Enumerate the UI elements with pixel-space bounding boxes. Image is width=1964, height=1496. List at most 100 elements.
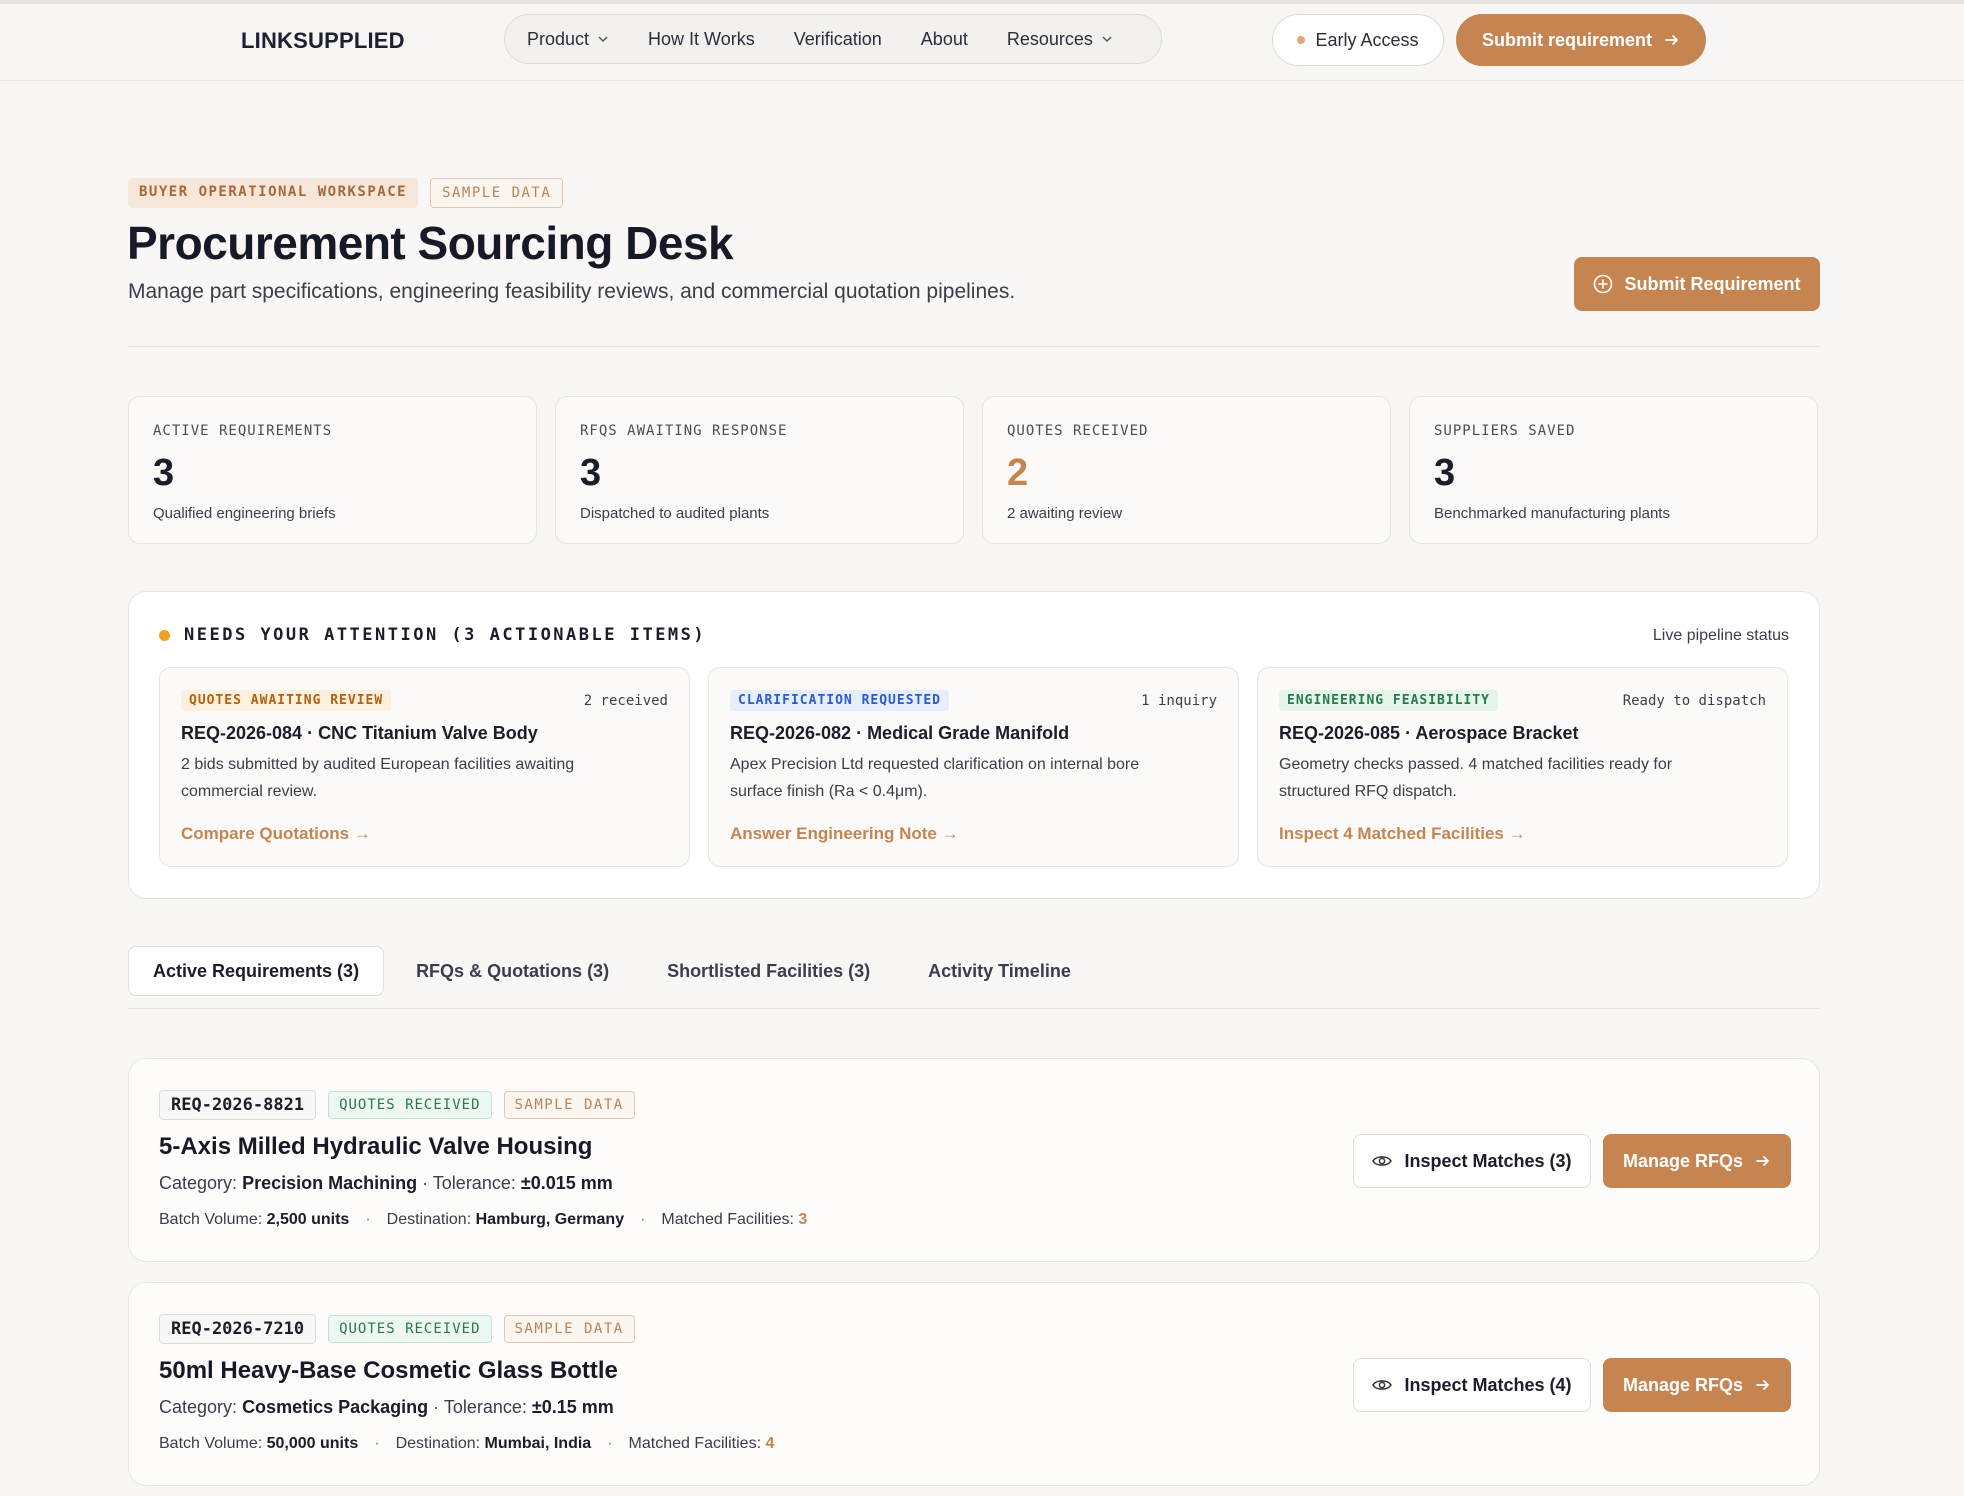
- destination-value: Hamburg, Germany: [475, 1211, 625, 1228]
- submit-label: Submit requirement: [1481, 29, 1653, 50]
- page-title: Procurement Sourcing Desk: [127, 217, 734, 269]
- attention-tag: QUOTES AWAITING REVIEW: [181, 690, 392, 711]
- compare-quotations-link[interactable]: Compare Quotations →: [181, 824, 371, 844]
- nav-item-label: Resources: [1006, 28, 1093, 49]
- answer-engineering-note-link[interactable]: Answer Engineering Note →: [730, 824, 959, 844]
- attention-card-text: Apex Precision Ltd requested clarificati…: [730, 756, 1140, 800]
- requirement-title: 5-Axis Milled Hydraulic Valve Housing: [159, 1133, 593, 1160]
- batch-label: Batch Volume:: [159, 1211, 263, 1228]
- attention-card-text: 2 bids submitted by audited European fac…: [181, 756, 575, 800]
- category-value: Cosmetics Packaging: [242, 1397, 429, 1417]
- tolerance-label: · Tolerance:: [422, 1173, 516, 1193]
- batch-value: 50,000 units: [266, 1435, 359, 1452]
- tab-active-requirements[interactable]: Active Requirements (3): [128, 946, 385, 996]
- nav-item-product[interactable]: Product: [527, 29, 609, 50]
- stat-label: RFQS AWAITING RESPONSE: [580, 423, 788, 439]
- manage-rfqs-button[interactable]: Manage RFQs: [1603, 1358, 1791, 1412]
- requirement-tags: REQ-2026-7210 QUOTES RECEIVED SAMPLE DAT…: [159, 1314, 635, 1344]
- stat-card-quotes-received: QUOTES RECEIVED 2 2 awaiting review: [982, 396, 1391, 544]
- nav-item-verification[interactable]: Verification: [794, 29, 882, 50]
- stat-description: Dispatched to audited plants: [580, 505, 770, 522]
- separator: ·: [607, 1435, 613, 1452]
- attention-tag: CLARIFICATION REQUESTED: [730, 690, 950, 711]
- stat-label: QUOTES RECEIVED: [1007, 423, 1149, 439]
- stat-label: ACTIVE REQUIREMENTS: [153, 423, 333, 439]
- requirement-id: REQ-2026-8821: [159, 1090, 317, 1120]
- stat-description: Benchmarked manufacturing plants: [1434, 505, 1670, 522]
- attention-card-clarification: CLARIFICATION REQUESTED 1 inquiry REQ-20…: [708, 667, 1239, 867]
- separator: ·: [374, 1435, 380, 1452]
- needs-attention-panel: NEEDS YOUR ATTENTION (3 ACTIONABLE ITEMS…: [128, 591, 1820, 899]
- tab-rfqs-quotations[interactable]: RFQs & Quotations (3): [392, 946, 633, 996]
- nav-item-label: How It Works: [648, 28, 755, 49]
- batch-volume: Batch Volume: 50,000 units: [159, 1435, 358, 1453]
- inspect-matches-button[interactable]: Inspect Matches (4): [1353, 1358, 1591, 1412]
- inspect-matched-facilities-link[interactable]: Inspect 4 Matched Facilities →: [1279, 824, 1526, 844]
- inspect-matches-button[interactable]: Inspect Matches (3): [1353, 1134, 1591, 1188]
- sample-data-badge: SAMPLE DATA: [430, 178, 564, 208]
- submit-label: Submit Requirement: [1624, 273, 1801, 294]
- category-value: Precision Machining: [242, 1173, 418, 1193]
- nav-item-how-it-works[interactable]: How It Works: [648, 29, 755, 50]
- requirement-category: Category: Cosmetics Packaging · Toleranc…: [159, 1397, 614, 1418]
- tolerance-value: ±0.015 mm: [520, 1173, 613, 1193]
- arrow-right-icon: [1756, 1156, 1769, 1166]
- destination: Destination: Mumbai, India: [396, 1435, 592, 1453]
- category-label: Category:: [159, 1173, 238, 1193]
- nav-item-label: Product: [527, 28, 590, 49]
- requirement-title: 50ml Heavy-Base Cosmetic Glass Bottle: [159, 1357, 618, 1384]
- stat-card-rfqs-awaiting: RFQS AWAITING RESPONSE 3 Dispatched to a…: [555, 396, 964, 544]
- early-access-button[interactable]: Early Access: [1272, 14, 1444, 66]
- stat-value: 3: [580, 452, 602, 494]
- separator: ·: [365, 1211, 371, 1228]
- stats-row: ACTIVE REQUIREMENTS 3 Qualified engineer…: [128, 396, 1818, 544]
- chevron-down-icon: [1102, 36, 1112, 43]
- manage-label: Manage RFQs: [1622, 1150, 1744, 1171]
- submit-requirement-button[interactable]: Submit Requirement: [1574, 257, 1820, 311]
- batch-label: Batch Volume:: [159, 1435, 263, 1452]
- status-badge: QUOTES RECEIVED: [328, 1091, 492, 1119]
- attention-card-title: REQ-2026-084 · CNC Titanium Valve Body: [181, 723, 538, 743]
- batch-value: 2,500 units: [266, 1211, 350, 1228]
- destination: Destination: Hamburg, Germany: [387, 1211, 624, 1229]
- attention-meta: Ready to dispatch: [1622, 693, 1766, 709]
- nav-item-resources[interactable]: Resources: [1007, 29, 1113, 50]
- stat-value: 2: [1007, 452, 1029, 494]
- requirement-tags: REQ-2026-8821 QUOTES RECEIVED SAMPLE DAT…: [159, 1090, 635, 1120]
- eye-icon: [1372, 1380, 1393, 1390]
- sample-data-badge: SAMPLE DATA: [503, 1315, 635, 1343]
- early-access-label: Early Access: [1315, 29, 1419, 50]
- stat-card-suppliers-saved: SUPPLIERS SAVED 3 Benchmarked manufactur…: [1409, 396, 1818, 544]
- workspace-tabs: Active Requirements (3) RFQs & Quotation…: [128, 946, 1105, 996]
- tolerance-label: · Tolerance:: [433, 1397, 527, 1417]
- pipeline-status: Live pipeline status: [1652, 627, 1789, 644]
- submit-requirement-nav-button[interactable]: Submit requirement: [1456, 14, 1706, 66]
- attention-tag: ENGINEERING FEASIBILITY: [1279, 690, 1499, 711]
- matched-label: Matched Facilities:: [661, 1211, 794, 1228]
- stat-description: 2 awaiting review: [1007, 505, 1123, 522]
- inspect-label: Inspect Matches (4): [1404, 1374, 1572, 1395]
- stat-value: 3: [153, 452, 175, 494]
- eye-icon: [1372, 1156, 1393, 1166]
- logo[interactable]: LINKSUPPLIED: [241, 28, 405, 54]
- requirement-card: REQ-2026-8821 QUOTES RECEIVED SAMPLE DAT…: [128, 1058, 1820, 1262]
- attention-heading: NEEDS YOUR ATTENTION (3 ACTIONABLE ITEMS…: [159, 625, 706, 645]
- arrow-right-icon: [1665, 35, 1678, 45]
- divider: [128, 346, 1820, 347]
- requirement-category: Category: Precision Machining · Toleranc…: [159, 1173, 613, 1194]
- requirement-meta: Batch Volume: 50,000 units · Destination…: [159, 1435, 774, 1453]
- nav-item-label: About: [920, 28, 968, 49]
- attention-card-title: REQ-2026-085 · Aerospace Bracket: [1279, 723, 1579, 743]
- attention-meta: 1 inquiry: [1141, 693, 1217, 709]
- stat-card-active-requirements: ACTIVE REQUIREMENTS 3 Qualified engineer…: [128, 396, 537, 544]
- status-dot: [1297, 36, 1306, 44]
- matched-facilities: Matched Facilities: 3: [661, 1211, 807, 1229]
- tab-activity-timeline[interactable]: Activity Timeline: [904, 946, 1095, 996]
- nav-item-about[interactable]: About: [921, 29, 968, 50]
- manage-rfqs-button[interactable]: Manage RFQs: [1603, 1134, 1791, 1188]
- status-badge: QUOTES RECEIVED: [328, 1315, 492, 1343]
- sample-data-badge: SAMPLE DATA: [503, 1091, 635, 1119]
- attention-dot-icon: [159, 629, 170, 641]
- attention-title: NEEDS YOUR ATTENTION (3 ACTIONABLE ITEMS…: [184, 625, 707, 645]
- tab-shortlisted-facilities[interactable]: Shortlisted Facilities (3): [643, 946, 894, 996]
